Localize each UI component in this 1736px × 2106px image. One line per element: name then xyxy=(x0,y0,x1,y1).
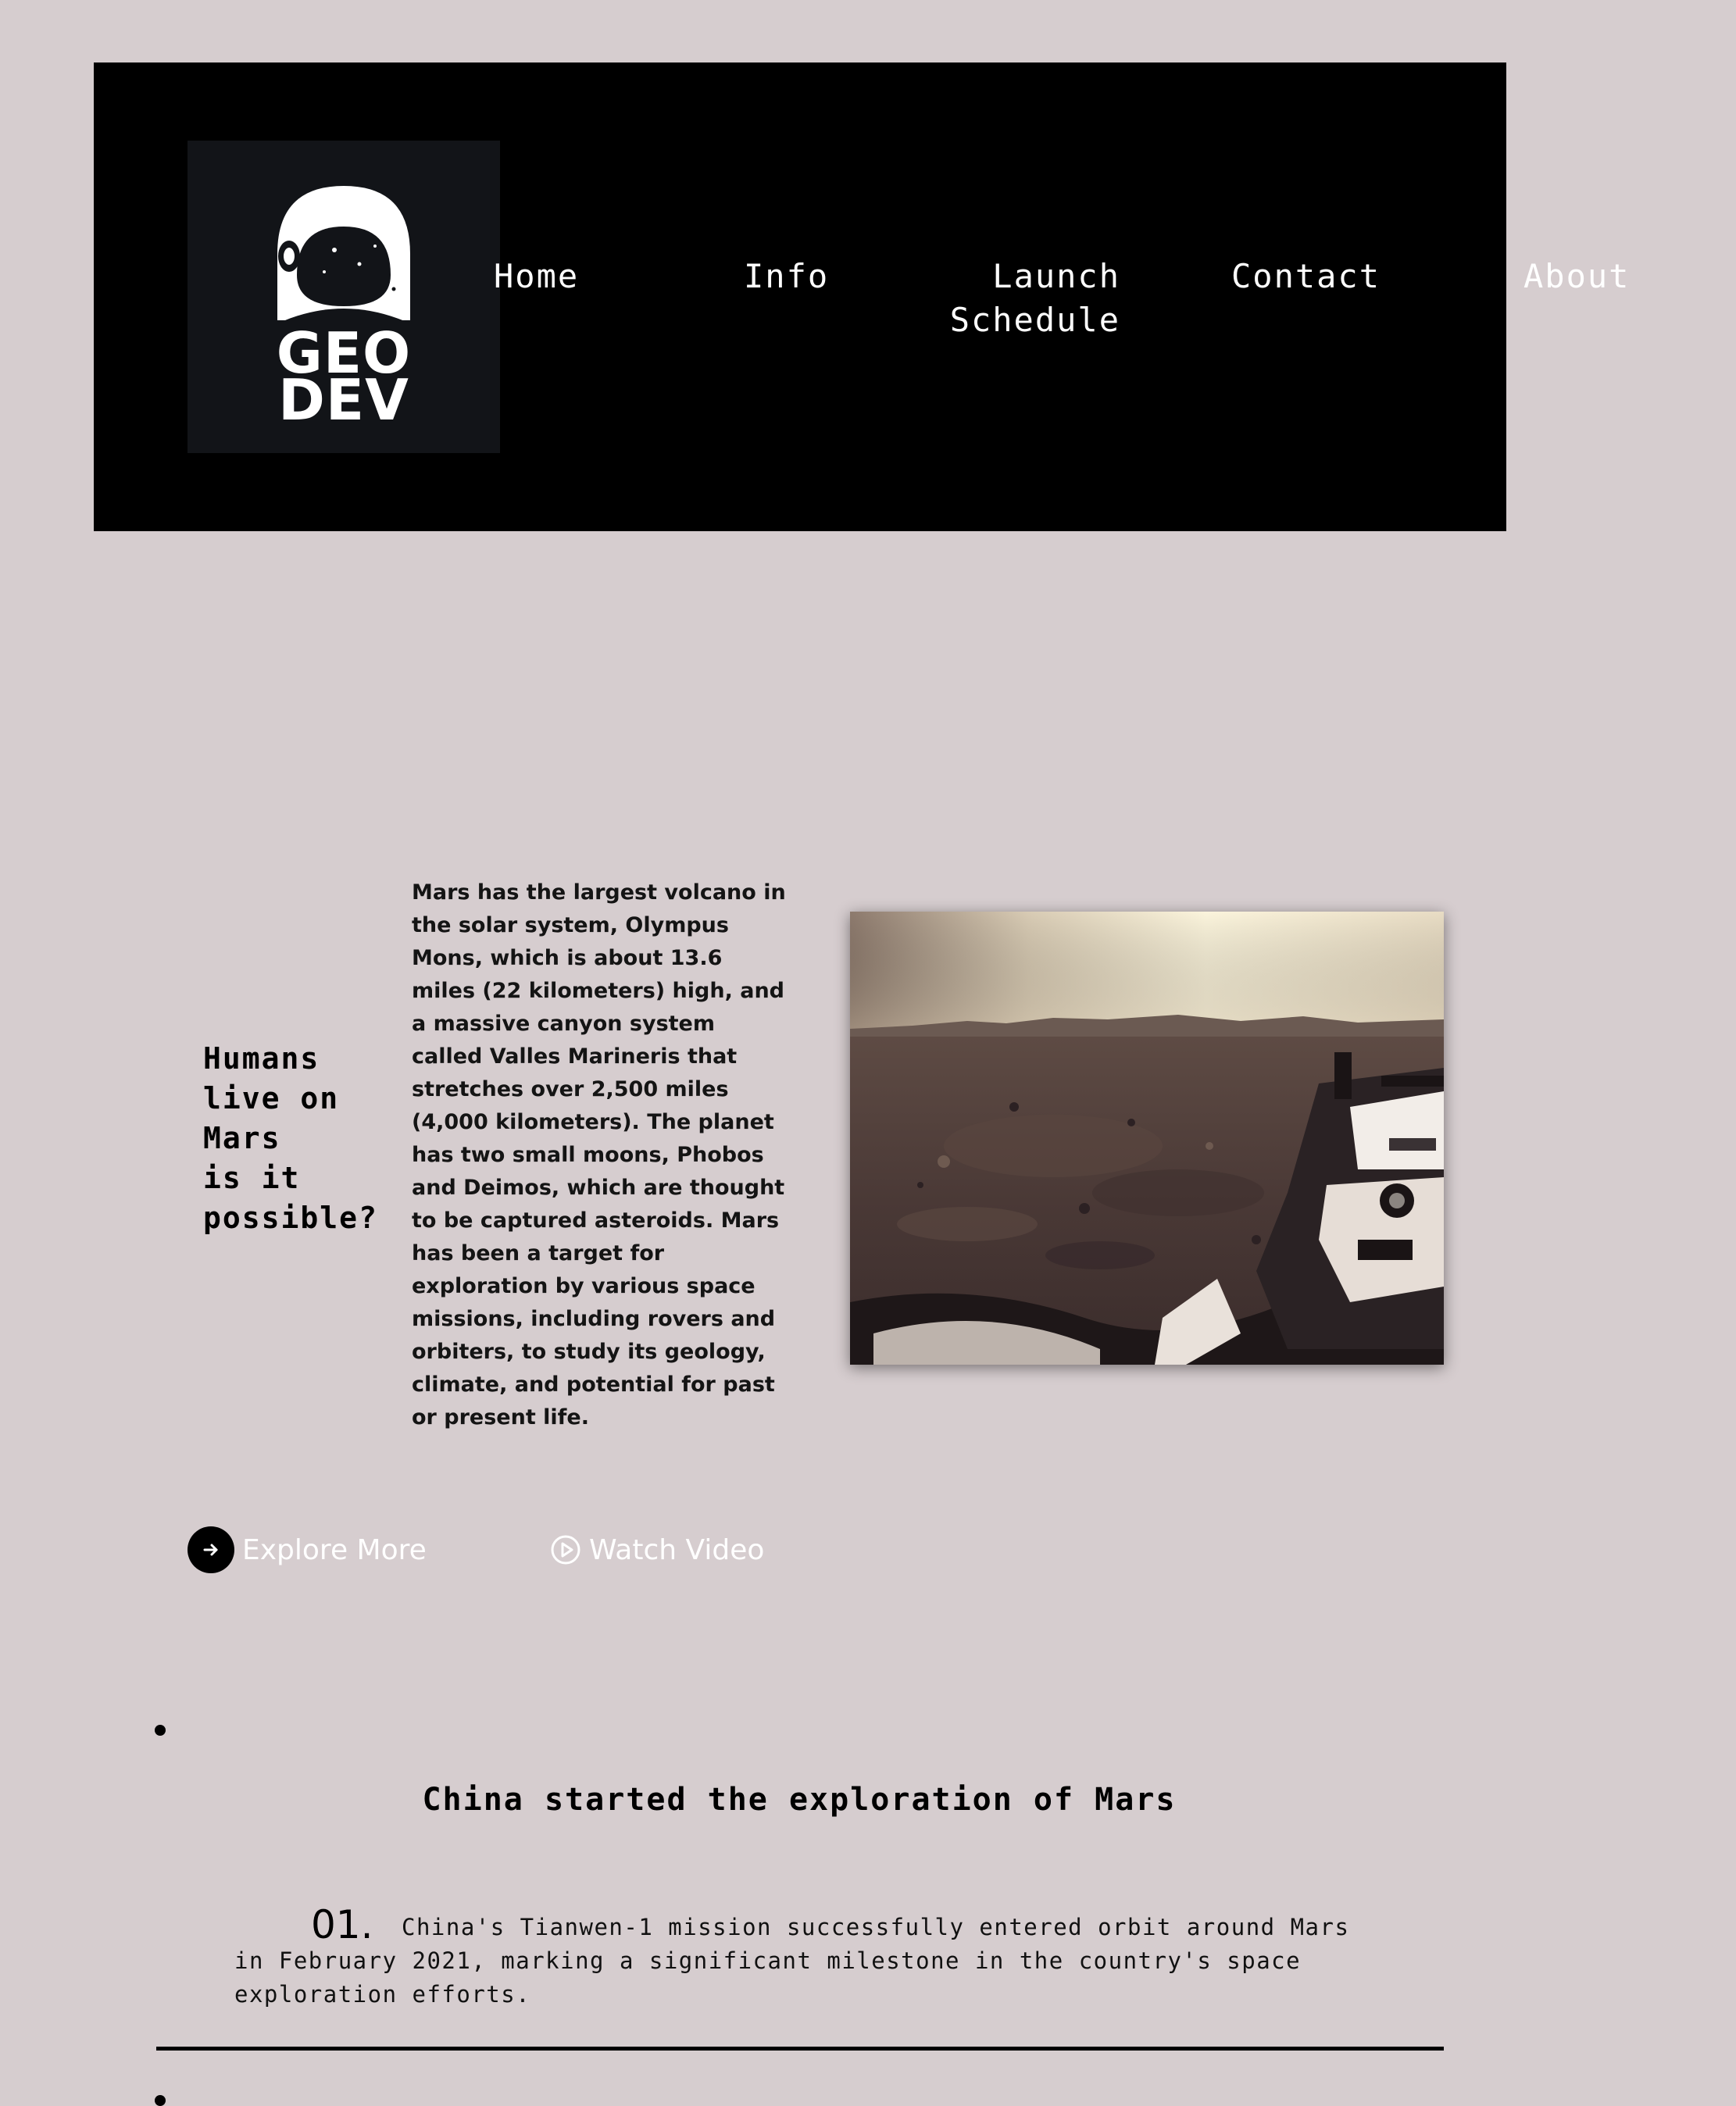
arrow-right-circle-icon xyxy=(188,1526,234,1573)
section-title: China started the exploration of Mars xyxy=(422,1782,1177,1818)
mars-rover-photo xyxy=(850,912,1444,1365)
item-text: China's Tianwen-1 mission successfully e… xyxy=(234,1914,1350,2008)
watch-video-button[interactable]: Watch Video xyxy=(550,1526,764,1573)
play-circle-icon xyxy=(550,1534,581,1565)
watch-video-label: Watch Video xyxy=(589,1533,765,1566)
logo[interactable]: GEO DEV xyxy=(188,141,500,453)
nav-info[interactable]: Info xyxy=(744,255,829,298)
explore-more-button[interactable]: Explore More xyxy=(188,1526,427,1573)
divider xyxy=(156,2047,1444,2051)
logo-line-dev: DEV xyxy=(278,367,409,433)
explore-more-label: Explore More xyxy=(242,1533,427,1566)
hero-headline-line: live on xyxy=(203,1081,340,1115)
hero-body-text: Mars has the largest volcano in the sola… xyxy=(412,880,786,1430)
hero-headline: Humans live on Mars is it possible? xyxy=(203,1039,391,1238)
nav-contact[interactable]: Contact xyxy=(1231,255,1381,298)
nav-home[interactable]: Home xyxy=(494,255,579,298)
hero-headline-line: possible? xyxy=(203,1201,378,1235)
nav-about[interactable]: About xyxy=(1523,255,1630,298)
hero-headline-line: Mars xyxy=(203,1121,281,1155)
list-bullet xyxy=(155,1725,166,1736)
hero-headline-line: is it xyxy=(203,1161,301,1195)
list-bullet xyxy=(155,2095,166,2106)
nav-launch-schedule[interactable]: Launch Schedule xyxy=(917,255,1120,342)
hero-headline-line: Humans xyxy=(203,1041,320,1076)
